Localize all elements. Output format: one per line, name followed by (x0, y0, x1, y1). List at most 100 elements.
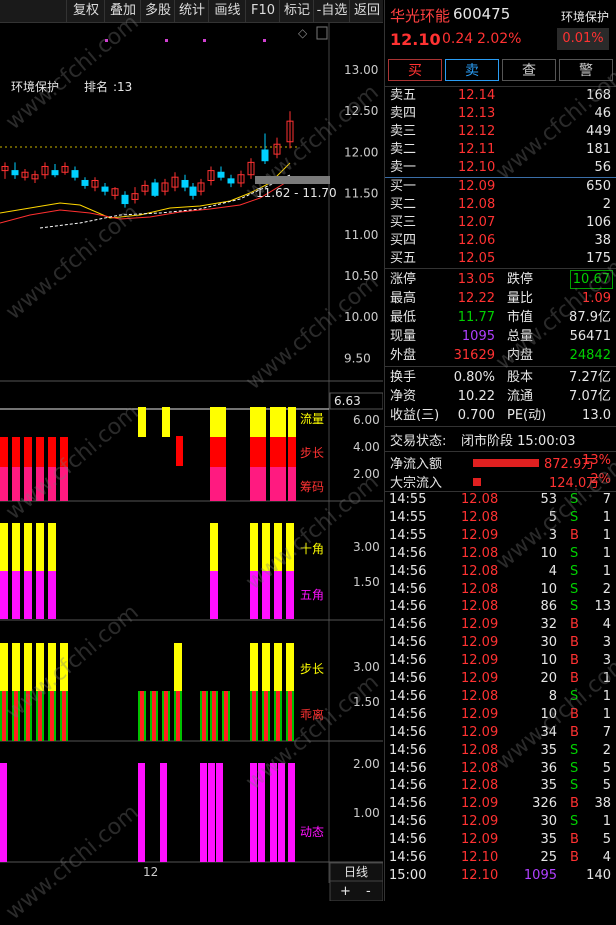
tick-time: 14:56 (389, 671, 427, 686)
tick-side: B (570, 850, 579, 865)
ask-row: 卖二 12.11 181 (385, 140, 616, 159)
tick-side: S (570, 599, 579, 615)
toolbar-item-0[interactable]: 复权 (66, 0, 105, 22)
query-button[interactable]: 查 (502, 59, 556, 81)
toolbar-item-6[interactable]: 标记 (279, 0, 314, 22)
tick-price: 12.09 (461, 671, 499, 686)
ask-price: 12.10 (458, 160, 496, 175)
toolbar-item-2[interactable]: 多股 (140, 0, 175, 22)
tick-side: S (570, 814, 579, 830)
toolbar-item-4[interactable]: 画线 (208, 0, 246, 22)
tick-price: 12.10 (461, 850, 499, 865)
tick-price: 12.08 (461, 599, 499, 615)
ind2-tick: 1.50 (353, 575, 380, 589)
deviation-bar-inner (176, 691, 180, 741)
bid-price: 12.09 (458, 179, 496, 194)
tick-side: B (570, 617, 579, 633)
ind2-label: 五角 (300, 588, 324, 602)
ask-label: 卖五 (390, 88, 417, 103)
tick-side: S (570, 742, 579, 758)
price-tick-label: 11.00 (344, 228, 378, 242)
zoom-out-button[interactable]: - (366, 884, 371, 899)
bid-row: 买三 12.07 106 (385, 213, 616, 232)
bid-volume: 650 (586, 179, 611, 194)
candle-body (71, 170, 79, 178)
tick-count: 5 (602, 778, 611, 794)
ten-angle-bar (210, 523, 218, 571)
tick-price: 12.10 (461, 867, 499, 883)
fundamental-label: 换手 (390, 370, 417, 385)
chart-settings-icon[interactable] (316, 26, 328, 40)
bid-label: 买四 (390, 233, 417, 248)
tick-row: 14:56 12.08 35 S 5 (385, 777, 616, 795)
toolbar-item-8[interactable]: 返回 (349, 0, 384, 22)
tick-time: 15:00 (389, 867, 427, 883)
toolbar-item-5[interactable]: F10 (245, 0, 280, 22)
tick-volume: 32 (540, 617, 557, 633)
tick-row: 15:00 12.10 1095 140 (385, 867, 616, 885)
tick-side: S (570, 563, 579, 579)
tick-count: 5 (602, 832, 611, 848)
five-angle-bar (286, 571, 294, 619)
ten-angle-bar (0, 523, 8, 571)
ten-angle-bar (48, 523, 56, 571)
tick-price: 12.09 (461, 814, 499, 830)
step-length-bar (286, 643, 294, 691)
tick-time: 14:56 (389, 742, 427, 758)
tick-volume: 10 (540, 545, 557, 561)
stat-label: 现量 (390, 329, 417, 344)
bid-label: 买五 (390, 251, 417, 266)
tick-count: 1 (602, 527, 611, 543)
tick-time: 14:56 (389, 688, 427, 704)
five-angle-bar (210, 571, 218, 619)
stat-label: 最低 (390, 310, 417, 325)
deviation-bar-inner (2, 691, 6, 741)
ask-price: 12.13 (458, 106, 496, 121)
dynamic-bar (160, 763, 167, 862)
tick-volume: 25 (540, 850, 557, 865)
x-axis-label: 12 (143, 865, 158, 879)
deviation-bar-inner (264, 691, 268, 741)
tick-price: 12.08 (461, 760, 499, 776)
tick-count: 1 (602, 814, 611, 830)
deviation-bar-inner (140, 691, 144, 741)
block-name[interactable]: 环境保护 (561, 8, 609, 25)
tick-count: 1 (602, 706, 611, 722)
buy-button[interactable]: 买 (388, 59, 442, 81)
deviation-bar-inner (202, 691, 206, 741)
fundamental-value: 7.27亿 (569, 370, 611, 385)
tick-time: 14:55 (389, 509, 427, 525)
tick-count: 4 (602, 850, 611, 865)
rank-value: :13 (113, 80, 132, 94)
trade-status-value: 闭市阶段 15:00:03 (461, 434, 576, 449)
toolbar-item-3[interactable]: 统计 (174, 0, 209, 22)
fundamental-value: 13.0 (582, 408, 611, 423)
tick-row: 14:56 12.09 30 S 1 (385, 813, 616, 831)
tick-side: S (570, 545, 579, 561)
diamond-icon[interactable]: ◇ (298, 26, 308, 40)
tick-volume: 20 (540, 671, 557, 686)
sell-button[interactable]: 卖 (445, 59, 499, 81)
tick-side: B (570, 832, 579, 848)
step-bar (12, 437, 20, 467)
tick-count: 1 (602, 563, 611, 579)
step-bar (288, 437, 296, 467)
stat-label: 量比 (507, 291, 534, 306)
deviation-bar-inner (252, 691, 256, 741)
period-label[interactable]: 日线 (344, 865, 368, 879)
tick-volume: 10 (540, 653, 557, 669)
tick-row: 14:56 12.08 86 S 13 (385, 598, 616, 616)
zoom-in-button[interactable]: + (340, 884, 351, 899)
tick-time: 14:55 (389, 527, 427, 543)
tick-side: B (570, 724, 579, 740)
bid-row: 买二 12.08 2 (385, 195, 616, 214)
tick-count: 38 (594, 796, 611, 812)
toolbar-item-7[interactable]: -自选 (313, 0, 350, 22)
tick-price: 12.09 (461, 653, 499, 669)
tick-price: 12.09 (461, 635, 499, 651)
stat-value: 12.22 (457, 291, 495, 306)
tick-price: 12.08 (461, 688, 499, 704)
stat-value: 11.77 (457, 310, 495, 325)
tick-side: B (570, 635, 579, 651)
block-change-pct: 0.01% (557, 28, 609, 50)
